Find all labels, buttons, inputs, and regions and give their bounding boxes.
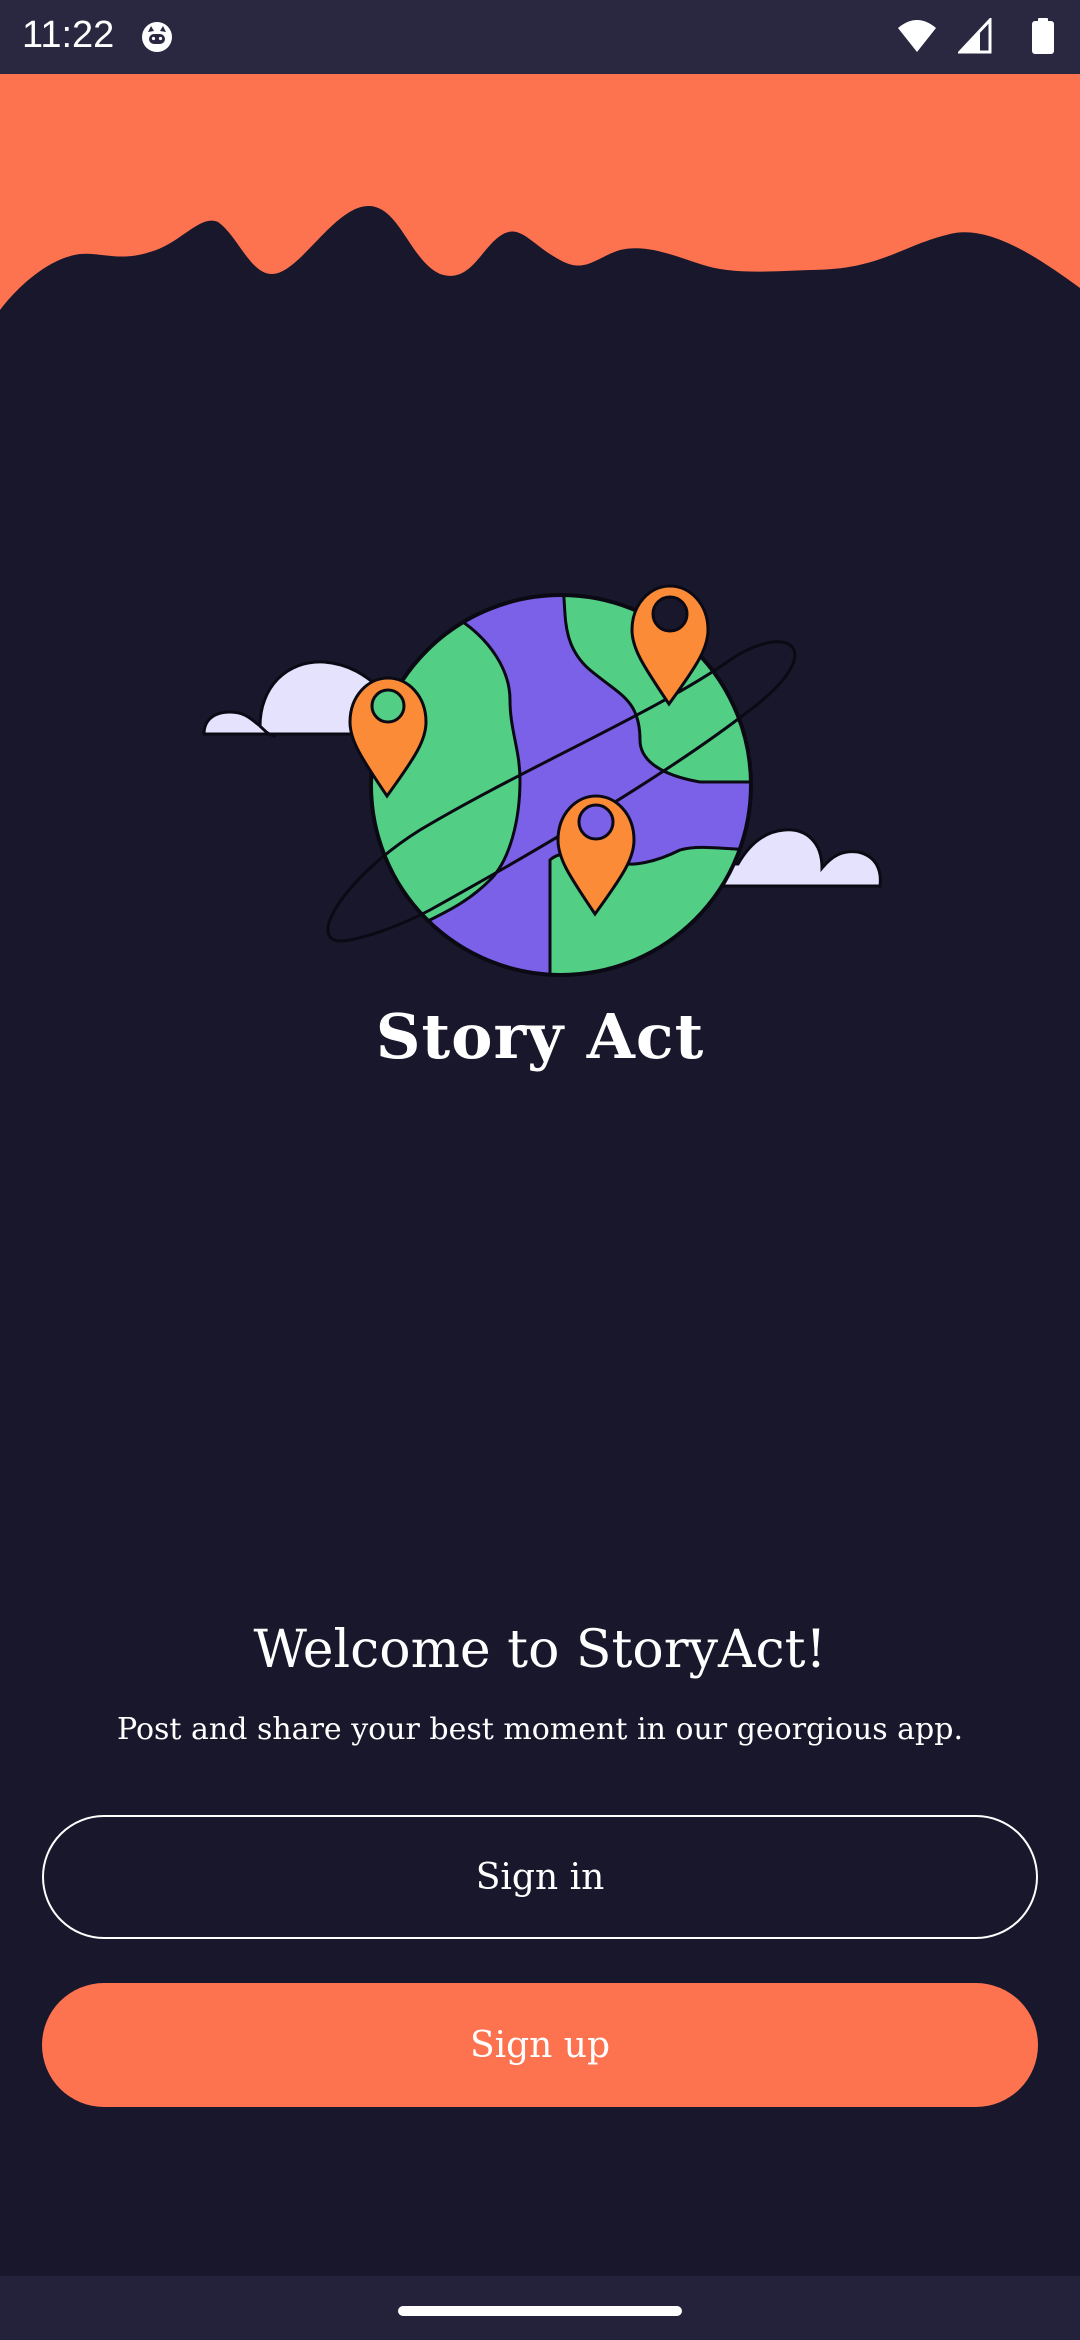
navigation-bar bbox=[0, 2276, 1080, 2340]
globe-illustration bbox=[202, 584, 882, 977]
app-title: Story Act bbox=[375, 1000, 705, 1073]
sign-in-button[interactable]: Sign in bbox=[42, 1815, 1038, 1939]
battery-icon bbox=[1032, 18, 1054, 54]
welcome-subtitle: Post and share your best moment in our g… bbox=[117, 1712, 963, 1747]
sign-in-label: Sign in bbox=[475, 1856, 605, 1898]
cell-signal-icon bbox=[958, 18, 992, 54]
welcome-screen: 11:22 Story Act Welcome to StoryAct! Pos… bbox=[0, 0, 1080, 2340]
status-bar: 11:22 bbox=[0, 0, 1080, 74]
wifi-icon bbox=[898, 20, 936, 52]
home-indicator[interactable] bbox=[398, 2306, 682, 2316]
sign-up-button[interactable]: Sign up bbox=[42, 1983, 1038, 2107]
welcome-title: Welcome to StoryAct! bbox=[253, 1620, 827, 1680]
cat-face-icon bbox=[142, 22, 172, 52]
status-time: 11:22 bbox=[22, 14, 115, 56]
header-drip-decoration bbox=[0, 74, 1080, 310]
sign-up-label: Sign up bbox=[469, 2024, 611, 2066]
